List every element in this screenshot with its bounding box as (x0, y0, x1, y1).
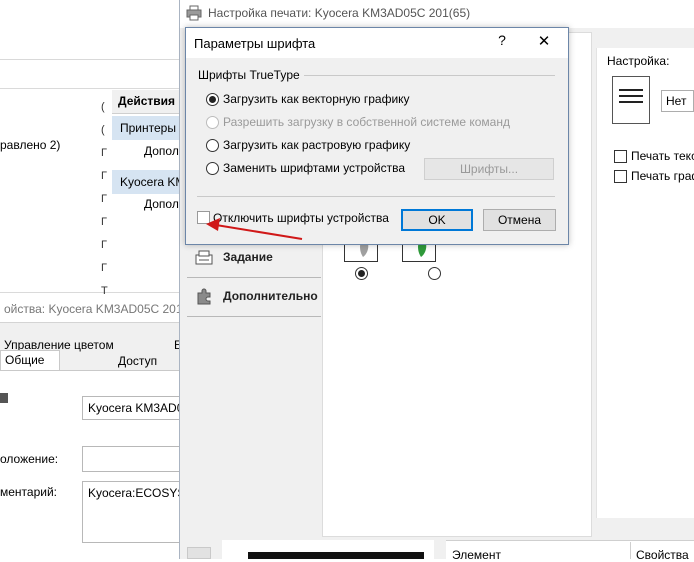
document-preview-icon (612, 76, 650, 124)
column-mark: Г (101, 193, 107, 205)
comment-label: ментарий: (0, 485, 57, 499)
option-raster-radio[interactable] (206, 139, 219, 152)
location-label: оложение: (0, 452, 59, 466)
printer-icon (186, 5, 202, 21)
option-native-label: Разрешить загрузку в собственной системе… (223, 115, 510, 129)
background-toolbar (0, 0, 180, 60)
job-icon (195, 250, 213, 265)
actions-item-kyocera[interactable]: Kyocera KM (112, 170, 180, 194)
setting-dropdown[interactable]: Нет (661, 90, 694, 112)
column-mark: Г (101, 239, 107, 251)
side-tab-job-label: Задание (223, 250, 273, 264)
option-vector-radio[interactable] (206, 93, 219, 106)
cancel-button[interactable]: Отмена (483, 209, 556, 231)
print-text-label: Печать текст (631, 149, 694, 163)
dialog-separator (197, 196, 555, 197)
option-device-label: Заменить шрифтами устройства (223, 161, 406, 175)
actions-item-more-1[interactable]: Допол (112, 144, 180, 158)
side-tab-advanced-label: Дополнительно (223, 289, 318, 303)
print-setup-title: Настройка печати: Kyocera KM3AD05C 201(6… (208, 6, 471, 20)
list-item-fragment[interactable]: равлено 2) (0, 138, 60, 152)
column-mark: Г (101, 216, 107, 228)
tab-access[interactable]: Доступ (118, 354, 157, 368)
printer-name-field[interactable]: Kyocera KM3AD0 (82, 396, 180, 420)
draft-mode-radio[interactable] (355, 267, 368, 280)
preview-bar (248, 552, 424, 559)
location-field[interactable] (82, 446, 180, 472)
annotation-arrow-icon (206, 218, 303, 240)
truetype-group-line (296, 75, 555, 76)
properties-window-title: ойства: Kyocera KM3AD05C 201(65) (0, 296, 204, 322)
bottom-button-fragment[interactable] (187, 547, 211, 559)
column-fragment-marks: ( ( Г Г Г Г Г Г Т (101, 96, 111, 303)
column-mark: ( (101, 101, 105, 113)
option-native-radio (206, 116, 219, 129)
column-mark: Г (101, 262, 107, 274)
col-element-header[interactable]: Элемент (452, 548, 501, 562)
side-tab-advanced[interactable]: Дополнительно (187, 279, 321, 317)
close-icon[interactable]: ✕ (534, 32, 554, 52)
col-props-header[interactable]: Свойства (636, 548, 689, 562)
column-divider (630, 542, 631, 559)
print-graphics-checkbox[interactable] (614, 170, 627, 183)
actions-pane-header: Действия (112, 90, 180, 114)
column-mark: ( (101, 124, 105, 136)
truetype-group-label: Шрифты TrueType (198, 68, 304, 82)
actions-item-more-2[interactable]: Допол (112, 197, 180, 211)
print-text-checkbox[interactable] (614, 150, 627, 163)
puzzle-icon (197, 288, 211, 305)
fonts-button: Шрифты... (424, 158, 554, 180)
dialog-title: Параметры шрифта (194, 36, 316, 51)
tab-general[interactable]: Общие (0, 350, 60, 370)
actions-item-printers[interactable]: Принтеры (112, 116, 180, 140)
option-raster-label: Загрузить как растровую графику (223, 138, 411, 152)
setting-label: Настройка: (607, 54, 670, 68)
comment-field[interactable]: Kyocera:ECOSYS (82, 481, 180, 543)
option-device-radio[interactable] (206, 162, 219, 175)
column-mark: Г (101, 147, 107, 159)
print-graphics-label: Печать граф (631, 169, 694, 183)
ok-button[interactable]: OK (401, 209, 473, 231)
option-vector-label: Загрузить как векторную графику (223, 92, 410, 106)
printer-icon (0, 393, 8, 403)
help-icon[interactable]: ? (494, 32, 510, 52)
column-mark: Г (101, 170, 107, 182)
